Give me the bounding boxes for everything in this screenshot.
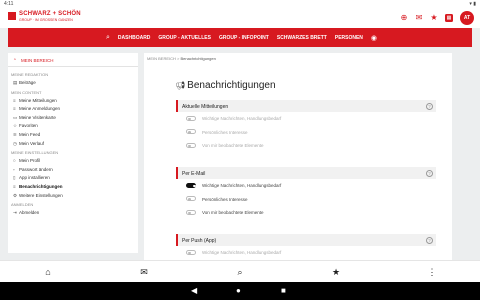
section-aktuelle-mitteilungen: Aktuelle Mitteilungen ? Wichtige Nachric…: [176, 100, 436, 152]
search-icon[interactable]: ⌕: [234, 266, 246, 278]
add-icon[interactable]: ⊕: [400, 14, 408, 22]
back-icon[interactable]: ◀: [191, 286, 197, 296]
sidebar-item-abmelden[interactable]: ⇥ Abmelden: [8, 209, 138, 218]
brand-name: SCHWARZ + SCHÖN: [19, 11, 81, 17]
breadcrumb: MEIN BEREICH > Benachrichtigungen: [147, 56, 216, 61]
section-per-push: Per Push (App) ? Wichtige Nachrichten, H…: [176, 234, 436, 259]
option-row: Von mir beobachtete Elemente: [176, 206, 436, 219]
recents-icon[interactable]: ■: [281, 286, 286, 296]
sidebar-header[interactable]: ◔ MEIN BEREICH: [8, 53, 138, 67]
sidebar-item-benachrichtigungen[interactable]: ≡ Benachrichtigungen: [8, 183, 138, 192]
status-time: 4:11: [4, 1, 14, 7]
page-title: 📢︎ Benachrichtigungen: [175, 80, 276, 91]
sidebar-section-title: ANMELDEN: [11, 202, 34, 208]
sidebar-item-feed[interactable]: ≋ Mein Feed: [8, 131, 138, 140]
sidebar-list: MEINE REDAKTION ▤ Beiträge MEIN CONTENT ≡…: [8, 70, 138, 218]
option-label: Von mir beobachtete Elemente: [202, 142, 264, 148]
toggle-switch[interactable]: [186, 209, 196, 215]
nav-personen[interactable]: PERSONEN: [335, 35, 363, 41]
sidebar-item-favoriten[interactable]: ☆ Favoriten: [8, 122, 138, 131]
option-row: Wichtige Nachrichten, Handlungsbedarf: [176, 112, 436, 125]
toggle-switch[interactable]: [186, 116, 196, 121]
main-nav: ⌕ DASHBOARD GROUP - AKTUELLES GROUP - IN…: [8, 28, 472, 47]
account-icon[interactable]: ◉: [371, 34, 377, 42]
option-label: Wichtige Nachrichten, Handlungsbedarf: [202, 183, 282, 189]
toggle-switch[interactable]: [186, 250, 196, 255]
sidebar-section-title: MEINE REDAKTION: [11, 72, 49, 77]
option-row: Wichtige Nachrichten, Handlungsbedarf: [176, 179, 436, 192]
megaphone-icon: 📢︎: [175, 81, 186, 90]
calendar-icon[interactable]: ▦: [445, 14, 453, 22]
main-content: MEIN BEREICH > Benachrichtigungen 📢︎ Bena…: [144, 53, 452, 260]
toggle-switch[interactable]: [186, 183, 196, 188]
bottom-app-bar: ⌂ ✉ ⌕ ★ ⋮: [0, 260, 480, 282]
nav-group-infopoint[interactable]: GROUP - INFOPOINT: [219, 35, 269, 41]
option-row: Persönliches Interesse: [176, 192, 436, 205]
help-icon[interactable]: ?: [426, 102, 433, 110]
option-row: Wichtige Nachrichten, Handlungsbedarf: [176, 246, 436, 259]
section-header: Per E-Mail ?: [176, 167, 436, 179]
section-title: Aktuelle Mitteilungen: [182, 103, 229, 110]
option-label: Wichtige Nachrichten, Handlungsbedarf: [202, 250, 282, 256]
search-icon[interactable]: ⌕: [106, 34, 110, 42]
sidebar: ◔ MEIN BEREICH MEINE REDAKTION ▤ Beiträge…: [8, 53, 138, 253]
messages-icon[interactable]: ✉: [415, 14, 423, 22]
sidebar-header-label: MEIN BEREICH: [21, 57, 54, 63]
nav-dashboard[interactable]: DASHBOARD: [118, 35, 151, 41]
breadcrumb-separator: >: [177, 56, 180, 61]
section-title: Per E-Mail: [182, 170, 206, 177]
star-icon[interactable]: ★: [330, 266, 342, 278]
sidebar-section-title: MEIN CONTENT: [11, 89, 42, 95]
top-header: SCHWARZ + SCHÖN GROUP · IM GROSSEN GANZE…: [0, 8, 480, 28]
sidebar-item-mitteilungen[interactable]: ≡ Meine Mitteilungen: [8, 97, 138, 106]
nav-schwarzes-brett[interactable]: SCHWARZES BRETT: [277, 35, 327, 41]
more-icon[interactable]: ⋮: [426, 266, 438, 278]
section-title: Per Push (App): [182, 237, 217, 244]
sidebar-item-beitraege[interactable]: ▤ Beiträge: [8, 79, 138, 88]
sidebar-item-verlauf[interactable]: ◷ Mein Verlauf: [8, 140, 138, 149]
user-icon: ◔: [13, 57, 17, 63]
breadcrumb-current: Benachrichtigungen: [180, 56, 216, 61]
logo-mark-icon: [8, 12, 16, 20]
sidebar-item-passwort[interactable]: ▫ Passwort ändern: [8, 166, 138, 175]
sidebar-item-app[interactable]: ▯ App installieren: [8, 174, 138, 183]
home-icon[interactable]: ⌂: [42, 266, 54, 278]
nav-group-aktuelles[interactable]: GROUP - AKTUELLES: [158, 35, 211, 41]
help-icon[interactable]: ?: [426, 236, 433, 244]
avatar[interactable]: AT: [460, 11, 474, 25]
option-row: Persönliches Interesse: [176, 125, 436, 138]
brand-tagline: GROUP · IM GROSSEN GANZEN: [19, 18, 73, 22]
option-label: Persönliches Interesse: [202, 129, 248, 135]
sidebar-item-profil[interactable]: ○ Mein Profil: [8, 157, 138, 166]
brand-logo[interactable]: SCHWARZ + SCHÖN GROUP · IM GROSSEN GANZE…: [8, 11, 81, 25]
sidebar-item-anmeldungen[interactable]: ≡ Meine Anmeldungen: [8, 105, 138, 114]
mail-icon[interactable]: ✉: [138, 266, 150, 278]
system-navigation-bar: ◀ ● ■: [0, 282, 480, 300]
section-header: Per Push (App) ?: [176, 234, 436, 246]
home-button-icon[interactable]: ●: [236, 286, 241, 296]
toggle-switch[interactable]: [186, 142, 196, 148]
system-status-icons: ▾ ▮: [469, 1, 476, 7]
sidebar-section-title: MEINE EINSTELLUNGEN: [11, 150, 59, 156]
section-per-email: Per E-Mail ? Wichtige Nachrichten, Handl…: [176, 167, 436, 219]
option-row: Von mir beobachtete Elemente: [176, 139, 436, 152]
toggle-switch[interactable]: [186, 129, 196, 135]
help-icon[interactable]: ?: [426, 169, 433, 177]
top-actions: ⊕ ✉ ★ ▦ AT: [400, 11, 474, 25]
sidebar-item-einstellungen[interactable]: ⚙ Weitere Einstellungen: [8, 192, 138, 201]
sidebar-item-visitenkarte[interactable]: ▭ Meine Visitenkarte: [8, 114, 138, 123]
status-bar: 4:11 ▾ ▮: [0, 0, 480, 8]
option-label: Von mir beobachtete Elemente: [202, 209, 264, 215]
section-header: Aktuelle Mitteilungen ?: [176, 100, 436, 112]
option-label: Wichtige Nachrichten, Handlungsbedarf: [202, 116, 282, 122]
favorites-icon[interactable]: ★: [430, 14, 438, 22]
option-label: Persönliches Interesse: [202, 196, 248, 202]
toggle-switch[interactable]: [186, 196, 196, 202]
breadcrumb-root[interactable]: MEIN BEREICH: [147, 56, 176, 61]
